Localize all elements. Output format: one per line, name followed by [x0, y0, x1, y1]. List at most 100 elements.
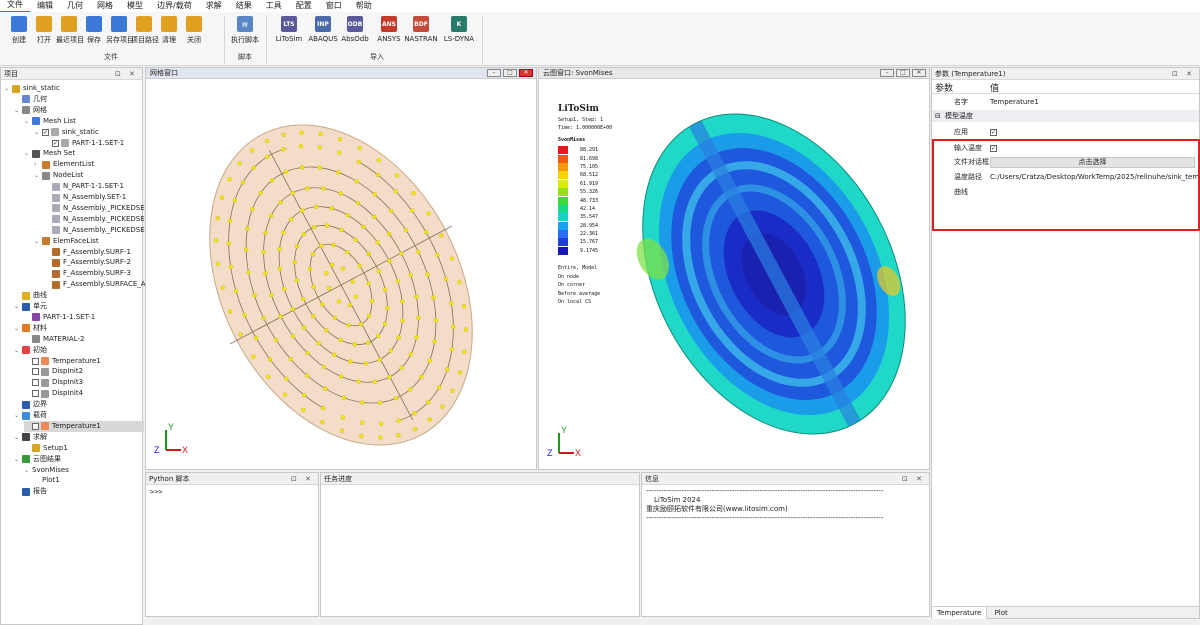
tree-item[interactable]: F_Assembly.SURF-1	[44, 247, 131, 258]
minimize-button[interactable]: –	[487, 69, 501, 77]
tree-item[interactable]: ⌄ 材料	[14, 323, 47, 334]
tree-item[interactable]: Temperature1	[24, 356, 101, 367]
expand-icon[interactable]: ⌄	[14, 432, 22, 443]
tree-item[interactable]: N_Assembly._PICKEDSE...	[44, 203, 151, 214]
tree-item[interactable]: PART-1-1.SET-1	[24, 312, 95, 323]
menu-8[interactable]: 工具	[259, 0, 289, 12]
tree-item[interactable]: 曲线	[14, 290, 47, 301]
tree-item[interactable]: F_Assembly.SURFACE_A...	[44, 279, 152, 290]
import-button-4[interactable]: BDF NASTRAN	[404, 16, 438, 43]
input-temp-checkbox[interactable]: ✓	[990, 142, 999, 154]
expand-icon[interactable]: ⌄	[4, 83, 12, 94]
expand-icon[interactable]: ⌄	[14, 301, 22, 312]
file-button-3[interactable]: 保存	[81, 16, 107, 45]
tree-checkbox[interactable]: ✓	[42, 128, 49, 136]
expand-icon[interactable]: ⌄	[24, 465, 32, 476]
tree-item[interactable]: DispInit3	[24, 377, 83, 388]
tree-item[interactable]: ⌄ NodeList	[34, 170, 84, 181]
menu-2[interactable]: 几何	[60, 0, 90, 12]
choose-file-button[interactable]: 点击选择	[990, 157, 1195, 168]
tree-item[interactable]: F_Assembly.SURF-3	[44, 268, 131, 279]
menu-7[interactable]: 结果	[229, 0, 259, 12]
expand-icon[interactable]: ⌄	[14, 105, 22, 116]
tree-checkbox[interactable]	[32, 422, 39, 430]
menu-9[interactable]: 配置	[289, 0, 319, 12]
tree-item[interactable]: ⌄ ✓ sink_static	[34, 127, 99, 138]
tree-item[interactable]: DispInit4	[24, 388, 83, 399]
file-button-2[interactable]: 最近项目	[56, 16, 84, 45]
tree-item[interactable]: N_Assembly.SET-1	[44, 192, 126, 203]
tree-item[interactable]: Temperature1	[24, 420, 144, 432]
menu-3[interactable]: 网格	[90, 0, 120, 12]
tree-checkbox[interactable]	[32, 368, 39, 376]
tree-item[interactable]: Plot1	[34, 475, 60, 486]
tree-item[interactable]: ⌄ Mesh List	[24, 116, 76, 127]
file-button-7[interactable]: 关闭	[181, 16, 207, 45]
tree-item[interactable]: › ElementList	[34, 159, 94, 170]
tab-temperature[interactable]: Temperature	[932, 607, 988, 619]
close-button[interactable]: ✕	[912, 69, 926, 77]
file-button-4[interactable]: 另存项目	[106, 16, 134, 45]
import-button-0[interactable]: LTS LiToSim	[272, 16, 306, 43]
close-button[interactable]: ✕	[519, 69, 533, 77]
import-button-2[interactable]: ODB AbsOdb	[338, 16, 372, 43]
name-value[interactable]: Temperature1	[990, 96, 1039, 108]
tree-item[interactable]: ⌄ Mesh Set	[24, 148, 75, 159]
panel-controls[interactable]: ⊡ ✕	[291, 473, 314, 485]
section-collapse-icon[interactable]: ⊟	[935, 110, 941, 122]
tab-plot[interactable]: Plot	[990, 607, 1013, 619]
menu-5[interactable]: 边界/载荷	[150, 0, 199, 12]
tree-item[interactable]: F_Assembly.SURF-2	[44, 257, 131, 268]
tree-item[interactable]: ⌄ 载荷	[14, 410, 47, 421]
menu-4[interactable]: 模型	[120, 0, 150, 12]
tree-item[interactable]: 报告	[14, 486, 47, 497]
expand-icon[interactable]: ⌄	[14, 410, 22, 421]
expand-icon[interactable]: ⌄	[24, 116, 32, 127]
run-script-button[interactable]: ▤ 执行脚本	[230, 16, 260, 45]
panel-controls[interactable]: ⊡ ✕	[1172, 68, 1195, 80]
expand-icon[interactable]: ⌄	[34, 236, 42, 247]
tree-item[interactable]: ⌄ ElemFaceList	[34, 236, 99, 247]
expand-icon[interactable]: ›	[34, 159, 42, 170]
tree-item[interactable]: DispInit2	[24, 366, 83, 377]
expand-icon[interactable]: ⌄	[14, 323, 22, 334]
mesh-viewport[interactable]: Y X Z	[146, 80, 536, 470]
import-button-3[interactable]: ANS ANSYS	[372, 16, 406, 43]
tree-item[interactable]: N_Assembly._PICKEDSE...	[44, 214, 151, 225]
menu-10[interactable]: 窗口	[319, 0, 349, 12]
tree-item[interactable]: N_PART-1-1.SET-1	[44, 181, 124, 192]
apply-checkbox[interactable]: ✓	[990, 126, 999, 138]
file-button-1[interactable]: 打开	[31, 16, 57, 45]
menu-1[interactable]: 编辑	[30, 0, 60, 12]
temp-path-value[interactable]: C:/Users/Cratza/Desktop/WorkTemp/2025/re…	[990, 171, 1198, 183]
tree-item[interactable]: ⌄ sink_static	[4, 83, 60, 94]
tree-item[interactable]: MATERIAL-2	[24, 334, 84, 345]
tree-checkbox[interactable]	[32, 390, 39, 398]
tree-item[interactable]: ⌄ 网格	[14, 105, 47, 116]
expand-icon[interactable]: ⌄	[14, 345, 22, 356]
tree-checkbox[interactable]	[32, 379, 39, 387]
maximize-button[interactable]: □	[896, 69, 910, 77]
file-button-0[interactable]: 创建	[6, 16, 32, 45]
tree-item[interactable]: ⌄ 云图结果	[14, 454, 61, 465]
expand-icon[interactable]: ⌄	[24, 148, 32, 159]
maximize-button[interactable]: □	[503, 69, 517, 77]
import-button-5[interactable]: K LS-DYNA	[442, 16, 476, 43]
expand-icon[interactable]: ⌄	[34, 127, 42, 138]
tree-item[interactable]: ⌄ SvonMises	[24, 465, 69, 476]
tree-item[interactable]: N_Assembly._PICKEDSE...	[44, 225, 151, 236]
panel-controls[interactable]: ⊡ ✕	[902, 473, 925, 485]
menu-6[interactable]: 求解	[199, 0, 229, 12]
python-console[interactable]: >>>	[146, 485, 318, 499]
minimize-button[interactable]: –	[880, 69, 894, 77]
tree-item[interactable]: ⌄ 求解	[14, 432, 47, 443]
tree-item[interactable]: 几何	[14, 94, 47, 105]
tree-item[interactable]: Setup1	[24, 443, 68, 454]
expand-icon[interactable]: ⌄	[34, 170, 42, 181]
tree-item[interactable]: 边界	[14, 399, 47, 410]
import-button-1[interactable]: INP ABAQUS	[306, 16, 340, 43]
tree-item[interactable]: ✓ PART-1-1.SET-1	[44, 138, 124, 149]
tree-checkbox[interactable]: ✓	[52, 139, 59, 147]
tree-item[interactable]: ⌄ 初始	[14, 345, 47, 356]
tree-checkbox[interactable]	[32, 357, 39, 365]
